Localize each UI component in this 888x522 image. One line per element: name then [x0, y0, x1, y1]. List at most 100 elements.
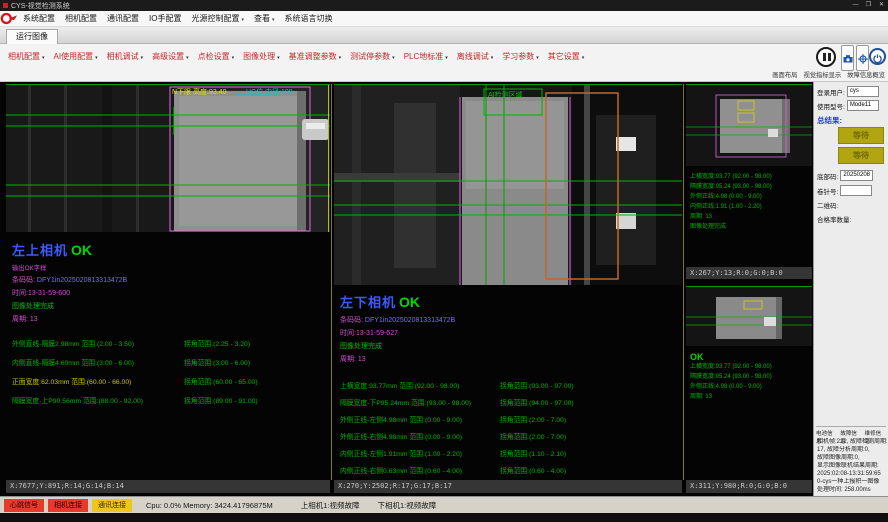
chevron-down-icon: ▾ [42, 55, 45, 61]
menu-item-io-config[interactable]: IO手配置 [144, 13, 186, 24]
toolbar-item-advanced[interactable]: 高级设置▾ [152, 51, 189, 62]
toolbar-item-learn-params[interactable]: 学习参数▾ [502, 51, 539, 62]
measurement-value: 内侧正线-左侧1.91mm 范围:(1.00 - 2.20) [340, 448, 500, 458]
menu-item-comm-config[interactable]: 通讯配置 [102, 13, 144, 24]
login-user-label: 登录用户: [817, 87, 845, 97]
measurement-corner-range: 拐角范围:(2.00 - 7.00) [500, 431, 566, 441]
toolbar-item-camera-debug[interactable]: 相机调试▾ [107, 51, 144, 62]
camera-connection-badge: 相机连接 [48, 499, 88, 512]
crosshair-icon [858, 54, 868, 64]
maximize-button[interactable]: ❐ [862, 0, 875, 11]
capture-button[interactable] [841, 45, 854, 71]
toolbar-item-baseline-params[interactable]: 基准调整参数▾ [289, 51, 342, 62]
bottom-code-value[interactable]: 20250208 [840, 170, 873, 181]
bottom-edge-strip [0, 513, 888, 522]
login-user-value[interactable]: cys [847, 86, 879, 97]
measurement-corner-range: 拐角范围:(3.00 - 6.00) [184, 357, 250, 367]
center-camera-title: 左下相机 [340, 295, 396, 310]
status-bar: 心跳信号 相机连接 通讯连接 Cpu: 0.0% Memory: 3424.41… [0, 496, 888, 513]
aux-line: 图像处理完成 [690, 222, 812, 232]
title-bar: CYS-视觉检测系统 — ❐ ✕ [0, 0, 888, 11]
measurement-corner-range: 拐角范围:(2.00 - 7.00) [500, 414, 566, 424]
menu-item-light-config[interactable]: 光源控制配置▾ [186, 13, 249, 24]
toolbar-item-image-process[interactable]: 图像处理▾ [243, 51, 280, 62]
gripper-part [302, 119, 329, 140]
chevron-down-icon: ▾ [141, 55, 144, 61]
toolbar: 相机配置▾ AI使用配置▾ 相机调试▾ 高级设置▾ 点检设置▾ 图像处理▾ 基准… [0, 44, 888, 82]
measurement-row: 外侧正线-右侧4.98mm 范围:(0.00 - 9.00) 拐角范围:(2.0… [340, 431, 682, 441]
aux-top-camera-image[interactable] [686, 84, 812, 166]
center-camera-process-done: 图像处理完成 [340, 341, 682, 351]
panel-divider [331, 84, 332, 480]
toolbar-item-camera-config[interactable]: 相机配置▾ [8, 51, 45, 62]
measurement-corner-range: 拐角范围:(60.00 - 65.00) [184, 376, 258, 386]
left-camera-info: 左上相机OK 输出OK字样 条码码: DFY1in202502081331347… [12, 240, 332, 414]
view-link-layout[interactable]: 画面布局 [772, 70, 797, 79]
upper-camera-status: 上相机1:视频故障 [301, 500, 360, 511]
locate-button[interactable] [856, 45, 869, 71]
measurement-value: 隔膜宽度-上P90.56mm 范围:(88.00 - 92.00) [12, 395, 184, 405]
toolbar-item-other-settings[interactable]: 其它设置▾ [548, 51, 585, 62]
bright-spot [768, 129, 778, 137]
measurement-corner-range: 拐角范围:(93.00 - 97.00) [500, 380, 574, 390]
close-button[interactable]: ✕ [875, 0, 888, 11]
needle-number-value[interactable] [840, 185, 872, 196]
chevron-down-icon: ▾ [241, 17, 244, 23]
info-line: 17, 故障分析周期:0, [817, 446, 887, 454]
center-camera-status: OK [399, 294, 420, 310]
menu-item-view[interactable]: 查看▾ [249, 13, 280, 24]
sidebar-info-block: 相机帧:222, 故障检测周期: 17, 故障分析周期:0, 故障图像周期:0,… [817, 438, 887, 494]
app-icon [3, 3, 8, 8]
toolbar-item-test-params[interactable]: 测试停参数▾ [350, 51, 395, 62]
left-image-overlay-diameter: HC位 内径:100 [246, 87, 293, 97]
needle-number-label: 卷针号: [817, 186, 838, 196]
left-camera-note: 输出OK字样 [12, 263, 332, 272]
toolbar-item-plc[interactable]: PLC地标准▾ [404, 51, 448, 62]
measurement-value: 正面宽度:62.03mm 范围:(60.00 - 66.00) [12, 376, 184, 386]
toolbar-item-offline-debug[interactable]: 离线调试▾ [457, 51, 494, 62]
minimize-button[interactable]: — [849, 0, 862, 11]
aux-bottom-pixel-coordinate-bar: X:311;Y:980;R:0;G:0;B:0 [686, 480, 812, 493]
tab-run-image[interactable]: 运行图像 [6, 29, 58, 44]
chevron-down-icon: ▾ [392, 55, 395, 61]
measurement-row: 隔膜宽度-下P95.24mm 范围:(93.00 - 98.00) 拐角范围:(… [340, 397, 682, 407]
total-result-box-1: 等待 [838, 127, 884, 144]
aux-bottom-camera-image[interactable] [686, 286, 812, 346]
center-camera-image[interactable]: AI检测区域 [334, 84, 682, 285]
toolbar-item-ai-config[interactable]: AI使用配置▾ [54, 51, 98, 62]
menu-item-language-switch[interactable]: 系统语言切换 [279, 13, 337, 24]
measurement-value: 外侧正线-右侧4.98mm 范围:(0.00 - 9.00) [340, 431, 500, 441]
app-window: CYS-视觉检测系统 — ❐ ✕ 系统配置 相机配置 通讯配置 IO手配置 光源… [0, 0, 888, 522]
aux-top-camera-info: 上横宽度:93.77 (92.00 - 98.00) 隔膜宽度:95.24 (9… [690, 172, 812, 232]
chevron-down-icon: ▾ [339, 55, 342, 61]
aux-line: 隔膜宽度:95.24 (93.00 - 98.00) [690, 372, 812, 382]
view-link-fault-overview[interactable]: 故障信息概览 [847, 70, 885, 79]
model-value[interactable]: Mode11 [847, 100, 879, 111]
aux-line: 周期: 13 [690, 392, 812, 402]
measurement-value: 外侧正线-左侧4.98mm 范围:(0.00 - 9.00) [340, 414, 500, 424]
camera-icon [843, 54, 853, 64]
power-button[interactable] [869, 48, 886, 65]
pause-button[interactable] [816, 47, 836, 67]
toolbar-item-spot-check[interactable]: 点检设置▾ [198, 51, 235, 62]
measurement-value: 外侧直线-隔膜2.98mm 范围:(2.00 - 3.50) [12, 338, 184, 348]
cpu-memory-status: Cpu: 0.0% Memory: 3424.41796875M [146, 501, 273, 510]
menu-item-system-config[interactable]: 系统配置 [18, 13, 60, 24]
info-line: 显示图像联机结果周期: [817, 462, 887, 470]
center-camera-info: 左下相机OK 条码码: DFY1in2025020813313472B 时间:1… [340, 292, 682, 482]
qr-code-label: 二维码: [817, 200, 838, 210]
measurement-value: 内侧正线-右侧0.63mm 范围:(0.60 - 4.00) [340, 465, 500, 475]
view-link-metrics[interactable]: 视觉指标显示 [803, 70, 841, 79]
measurement-row: 外侧正线-左侧4.98mm 范围:(0.00 - 9.00) 拐角范围:(2.0… [340, 414, 682, 424]
chevron-down-icon: ▾ [272, 17, 275, 23]
app-logo [0, 12, 18, 25]
menu-item-camera-config[interactable]: 相机配置 [60, 13, 102, 24]
left-camera-image[interactable]: N下限 高度:93.40 HC位 内径:100 [6, 84, 330, 232]
center-pixel-coordinate-bar: X:270;Y:2502;R:17;G:17;B:17 [334, 480, 682, 493]
tab-strip: 运行图像 [0, 27, 888, 44]
pause-icon [823, 53, 831, 61]
left-camera-period: 周期: 13 [12, 314, 332, 324]
ai-detect-zone-label: AI检测区域 [488, 90, 523, 100]
center-camera-period: 周期: 13 [340, 354, 682, 364]
measurement-row: 正面宽度:62.03mm 范围:(60.00 - 66.00) 拐角范围:(60… [12, 376, 332, 386]
